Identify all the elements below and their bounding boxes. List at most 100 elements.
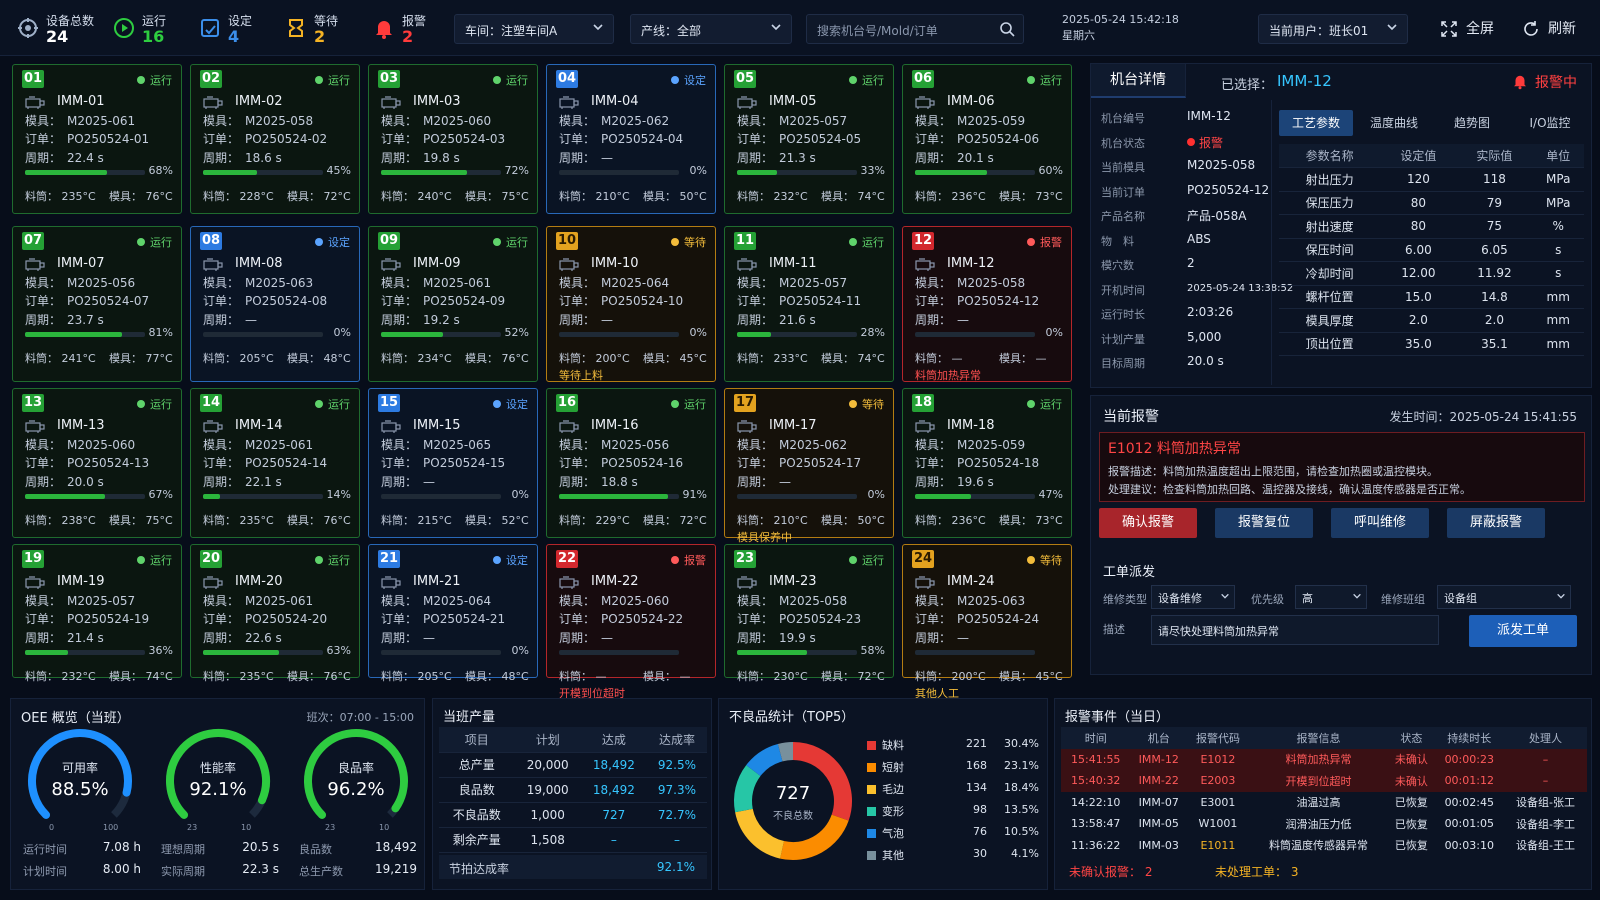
gauge-max: 10 <box>241 823 252 832</box>
confirm-alarm-button[interactable]: 确认报警 <box>1099 508 1197 538</box>
event-row[interactable]: 13:58:47 IMM-05 W1001 润滑油压力低 已恢复 00:01:05 设备组-… <box>1061 813 1587 835</box>
machine-card[interactable]: 13 运行 IMM-13 模具： M2025-060 订单： PO250524-13… <box>12 388 182 538</box>
repair-type-select[interactable]: 设备维修 <box>1151 585 1235 609</box>
user-select[interactable]: 当前用户：班长01 <box>1258 14 1408 44</box>
refresh-button[interactable]: 刷新 <box>1522 16 1576 42</box>
machine-card[interactable]: 01 运行 IMM-01 模具： M2025-061 订单： PO250524-01… <box>12 64 182 214</box>
machine-card[interactable]: 06 运行 IMM-06 模具： M2025-059 订单： PO250524-06… <box>902 64 1072 214</box>
event-cell: 00:03:10 <box>1444 838 1494 852</box>
mold-temp-value: 48°C <box>501 670 529 683</box>
machine-card[interactable]: 19 运行 IMM-19 模具： M2025-057 订单： PO250524-19… <box>12 544 182 683</box>
machine-card[interactable]: 22 报警 IMM-22 模具： M2025-060 订单： PO250524-22… <box>546 544 716 700</box>
machine-card[interactable]: 15 设定 IMM-15 模具： M2025-065 订单： PO250524-15… <box>368 388 538 538</box>
machine-card[interactable]: 02 运行 IMM-02 模具： M2025-058 订单： PO250524-02… <box>190 64 360 214</box>
tab-param-3[interactable]: I/O监控 <box>1513 110 1587 136</box>
order-row: 订单： PO250524-13 <box>25 454 149 471</box>
machine-card[interactable]: 14 运行 IMM-14 模具： M2025-061 订单： PO250524-14… <box>190 388 360 538</box>
search-input[interactable]: 搜索机台号/Mold/订单 <box>806 14 1024 44</box>
unhandled-count: 未处理工单： 3 <box>1215 863 1298 880</box>
mask-alarm-button[interactable]: 屏蔽报警 <box>1447 508 1545 538</box>
machine-number: 09 <box>378 232 400 250</box>
priority-select[interactable]: 高 <box>1295 585 1367 609</box>
info-value: M2025-058 <box>1187 158 1256 172</box>
chevron-down-icon <box>1353 593 1361 599</box>
machine-card[interactable]: 11 运行 IMM-11 模具： M2025-057 订单： PO250524-11… <box>724 226 894 382</box>
alarm-time: 发生时间：2025-05-24 15:41:55 <box>1389 410 1577 424</box>
machine-card[interactable]: 10 等待 IMM-10 模具： M2025-064 订单： PO250524-10… <box>546 226 716 382</box>
oee-gauge: 性能率 92.1% 23 10 <box>159 719 277 837</box>
workshop-select[interactable]: 车间：注塑车间A <box>454 14 614 44</box>
param-row: 射出压力 120 118 MPa <box>1279 167 1584 192</box>
fullscreen-button[interactable]: 全屏 <box>1440 16 1494 42</box>
machine-name: IMM-04 <box>591 94 639 109</box>
machine-card[interactable]: 09 运行 IMM-09 模具： M2025-061 订单： PO250524-09… <box>368 226 538 382</box>
order-label: 订单： <box>737 456 774 470</box>
mold-value: M2025-063 <box>957 594 1026 608</box>
team-select[interactable]: 设备组 <box>1437 585 1571 609</box>
mold-row: 模具： M2025-064 <box>381 592 491 609</box>
machine-card[interactable]: 17 等待 IMM-17 模具： M2025-062 订单： PO250524-17… <box>724 388 894 544</box>
injection-machine-icon <box>737 420 757 433</box>
donut-slice <box>780 814 849 860</box>
progress-percent: 0% <box>867 488 885 501</box>
machine-card[interactable]: 12 报警 IMM-12 模具： M2025-058 订单： PO250524-12… <box>902 226 1072 382</box>
dispatch-submit-button[interactable]: 派发工单 <box>1469 615 1577 647</box>
machine-card[interactable]: 08 设定 IMM-08 模具： M2025-063 订单： PO250524-08… <box>190 226 360 382</box>
mold-label: 模具： <box>737 438 774 452</box>
barrel-value: 235°C <box>239 670 274 683</box>
progress-percent: 91% <box>682 488 707 501</box>
machine-card[interactable]: 21 设定 IMM-21 模具： M2025-064 订单： PO250524-21… <box>368 544 538 683</box>
tab-param-2[interactable]: 趋势图 <box>1435 110 1509 136</box>
reset-alarm-button[interactable]: 报警复位 <box>1215 508 1313 538</box>
order-label: 订单： <box>737 294 774 308</box>
injection-machine-icon <box>25 258 45 271</box>
tab-param-1[interactable]: 温度曲线 <box>1357 110 1431 136</box>
stat-run[interactable]: 运行 16 <box>112 10 182 46</box>
machine-card[interactable]: 04 设定 IMM-04 模具： M2025-062 订单： PO250524-04… <box>546 64 716 214</box>
machine-card[interactable]: 24 等待 IMM-24 模具： M2025-063 订单： PO250524-24… <box>902 544 1072 700</box>
injection-machine-icon <box>381 576 401 589</box>
tab-param-0[interactable]: 工艺参数 <box>1279 110 1353 136</box>
machine-card[interactable]: 20 运行 IMM-20 模具： M2025-061 订单： PO250524-20… <box>190 544 360 683</box>
machine-number: 05 <box>734 70 756 88</box>
machine-card[interactable]: 23 运行 IMM-23 模具： M2025-058 订单： PO250524-23… <box>724 544 894 683</box>
machine-card[interactable]: 16 运行 IMM-16 模具： M2025-056 订单： PO250524-16… <box>546 388 716 538</box>
mold-row: 模具： M2025-063 <box>915 592 1025 609</box>
barrel-temp: 料筒： 228°C <box>203 188 274 204</box>
legend-item: 毛边 134 18.4% <box>867 781 1043 797</box>
legend-percent: 18.4% <box>1004 781 1039 794</box>
machine-card[interactable]: 18 运行 IMM-18 模具： M2025-059 订单： PO250524-18… <box>902 388 1072 538</box>
machine-number: 19 <box>22 550 44 568</box>
order-label: 订单： <box>559 132 596 146</box>
cycle-label: 周期： <box>203 475 240 489</box>
order-value: PO250524-17 <box>779 456 862 470</box>
takt-row: 节拍达成率 92.1% <box>439 855 707 879</box>
barrel-value: 238°C <box>61 514 96 527</box>
search-icon[interactable] <box>999 21 1015 37</box>
param-cell: 120 <box>1380 167 1457 192</box>
events-title: 报警事件（当日） <box>1065 710 1170 725</box>
line-value: 产线：全部 <box>641 24 702 38</box>
event-row[interactable]: 11:36:22 IMM-03 E1011 料筒温度传感器异常 已恢复 00:03:10 设… <box>1061 835 1587 857</box>
machine-card[interactable]: 03 运行 IMM-03 模具： M2025-060 订单： PO250524-03… <box>368 64 538 214</box>
machine-status: 设定 <box>671 72 706 88</box>
alarm-bell-icon <box>376 21 392 39</box>
machine-card[interactable]: 07 运行 IMM-07 模具： M2025-056 订单： PO250524-07… <box>12 226 182 382</box>
machine-card[interactable]: 05 运行 IMM-05 模具： M2025-057 订单： PO250524-05… <box>724 64 894 214</box>
stat-wait[interactable]: 等待 2 <box>284 10 354 46</box>
stat-set[interactable]: 设定 4 <box>198 10 268 46</box>
call-repair-button[interactable]: 呼叫维修 <box>1331 508 1429 538</box>
tab-machine-detail[interactable]: 机台详情 <box>1091 64 1186 98</box>
progress-fill <box>25 170 107 175</box>
param-cell: 6.05 <box>1456 238 1533 262</box>
stat-alarm[interactable]: 报警 2 <box>372 10 442 46</box>
event-row[interactable]: 15:40:32 IMM-22 E2003 开模到位超时 未确认 00:01:12– <box>1061 770 1587 792</box>
event-cell: 13:58:47 <box>1071 817 1121 831</box>
event-row[interactable]: 14:22:10 IMM-07 E3001 油温过高 已恢复 00:02:45 设备组-张工 <box>1061 792 1587 814</box>
legend-name: 短射 <box>882 761 904 774</box>
line-select[interactable]: 产线：全部 <box>630 14 792 44</box>
desc-input[interactable]: 请尽快处理料筒加热异常 <box>1151 615 1439 645</box>
team-label: 维修班组 <box>1381 593 1425 606</box>
progress-bar <box>381 650 501 655</box>
event-row[interactable]: 15:41:55 IMM-12 E1012 料筒加热异常 未确认 00:00:23– <box>1061 748 1587 770</box>
